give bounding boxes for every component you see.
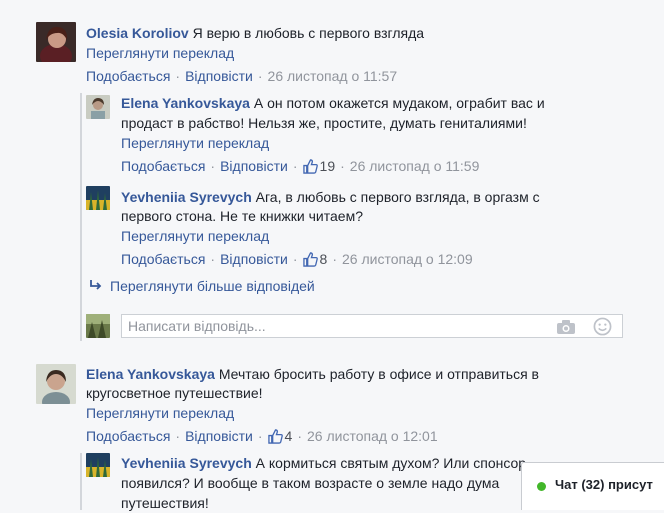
reply-actions: Подобається · Відповісти · 19 · 26 листопад о … (121, 158, 480, 174)
see-translation-link[interactable]: Переглянути переклад (86, 404, 234, 422)
reply-text: А он потом окажется мудаком, ограбит вас… (253, 95, 545, 111)
comment-actions: Подобається · Відповісти · 26 листопад о 11:… (86, 68, 398, 84)
emoji-icon[interactable] (593, 317, 612, 336)
like-link[interactable]: Подобається (121, 158, 205, 174)
thumbs-up-icon (302, 159, 318, 174)
avatar[interactable] (86, 453, 110, 477)
reply-body: Elena Yankovskaya А он потом окажется му… (121, 93, 651, 113)
view-more-replies-label: Переглянути більше відповідей (110, 278, 315, 294)
reply-link[interactable]: Відповісти (185, 68, 253, 84)
reply-link[interactable]: Відповісти (185, 428, 253, 444)
reply-link[interactable]: Відповісти (220, 251, 288, 267)
timestamp[interactable]: 26 листопад о 11:59 (350, 158, 480, 174)
avatar-image (86, 95, 110, 119)
like-link[interactable]: Подобається (121, 251, 205, 267)
chat-tab-label: Чат (32) присут (555, 477, 653, 492)
comment-text-line2: кругосветное путешествие! (86, 385, 263, 401)
avatar-image (36, 22, 76, 62)
avatar[interactable] (36, 364, 76, 404)
avatar[interactable] (86, 186, 110, 210)
reply-thread-line (80, 93, 82, 341)
thumbs-up-icon (302, 252, 318, 267)
timestamp[interactable]: 26 листопад о 12:09 (342, 251, 473, 267)
author-name[interactable]: Yevheniia Syrevych (121, 189, 252, 205)
comment-body: Elena Yankovskaya Мечтаю бросить работу … (86, 364, 646, 384)
comment-text: Я верю в любовь с первого взгляда (192, 25, 425, 41)
avatar-image (86, 186, 110, 210)
avatar-image (36, 364, 76, 404)
author-name[interactable]: Elena Yankovskaya (121, 95, 250, 111)
reply-text-line3: путешествия! (121, 495, 209, 511)
online-status-icon (537, 482, 546, 491)
view-more-replies[interactable]: Переглянути більше відповідей (88, 277, 315, 295)
reply-arrow-icon (90, 280, 102, 290)
comment-actions: Подобається · Відповісти · 4 · 26 листопад о 1… (86, 428, 438, 444)
reply-body: Yevheniia Syrevych Ага, в любовь с перво… (121, 187, 651, 207)
camera-icon[interactable] (556, 319, 576, 335)
timestamp[interactable]: 26 листопад о 12:01 (307, 428, 438, 444)
like-link[interactable]: Подобається (86, 68, 170, 84)
reply-text-line2: продаст в рабство! Нельзя же, простите, … (121, 115, 527, 131)
reply-input[interactable]: Написати відповідь... (121, 314, 623, 338)
timestamp[interactable]: 26 листопад о 11:57 (268, 68, 398, 84)
like-count-link[interactable]: 8 (302, 251, 328, 267)
see-translation-link[interactable]: Переглянути переклад (121, 134, 269, 152)
author-name[interactable]: Olesia Koroliov (86, 25, 189, 41)
see-translation-link[interactable]: Переглянути переклад (121, 227, 269, 245)
like-count: 19 (319, 158, 336, 174)
reply-thread-line (80, 453, 82, 510)
avatar-image (86, 453, 110, 477)
like-count: 8 (319, 251, 328, 267)
comment-text: Мечтаю бросить работу в офисе и отправит… (218, 366, 539, 382)
avatar[interactable] (86, 95, 110, 119)
reply-input-placeholder: Написати відповідь... (128, 318, 266, 334)
reply-actions: Подобається · Відповісти · 8 · 26 листопад о 1… (121, 251, 473, 267)
like-count-link[interactable]: 19 (302, 158, 336, 174)
avatar-image (86, 314, 110, 338)
like-link[interactable]: Подобається (86, 428, 170, 444)
comments-panel: Olesia Koroliov Я верю в любовь с первог… (0, 0, 664, 511)
like-count-link[interactable]: 4 (267, 428, 293, 444)
reply-link[interactable]: Відповісти (220, 158, 288, 174)
current-user-avatar (86, 314, 110, 338)
avatar[interactable] (36, 22, 76, 62)
see-translation-link[interactable]: Переглянути переклад (86, 44, 234, 62)
author-name[interactable]: Elena Yankovskaya (86, 366, 215, 382)
reply-text: А кормиться святым духом? Или спонсор (255, 455, 527, 471)
reply-text: Ага, в любовь с первого взгляда, в оргаз… (255, 189, 540, 205)
like-count: 4 (284, 428, 293, 444)
thumbs-up-icon (267, 429, 283, 444)
reply-text-line2: первого стона. Не те книжки читаем? (121, 208, 363, 224)
chat-sidebar-tab[interactable]: Чат (32) присут (521, 462, 664, 510)
comment-body: Olesia Koroliov Я верю в любовь с первог… (86, 23, 646, 43)
author-name[interactable]: Yevheniia Syrevych (121, 455, 252, 471)
